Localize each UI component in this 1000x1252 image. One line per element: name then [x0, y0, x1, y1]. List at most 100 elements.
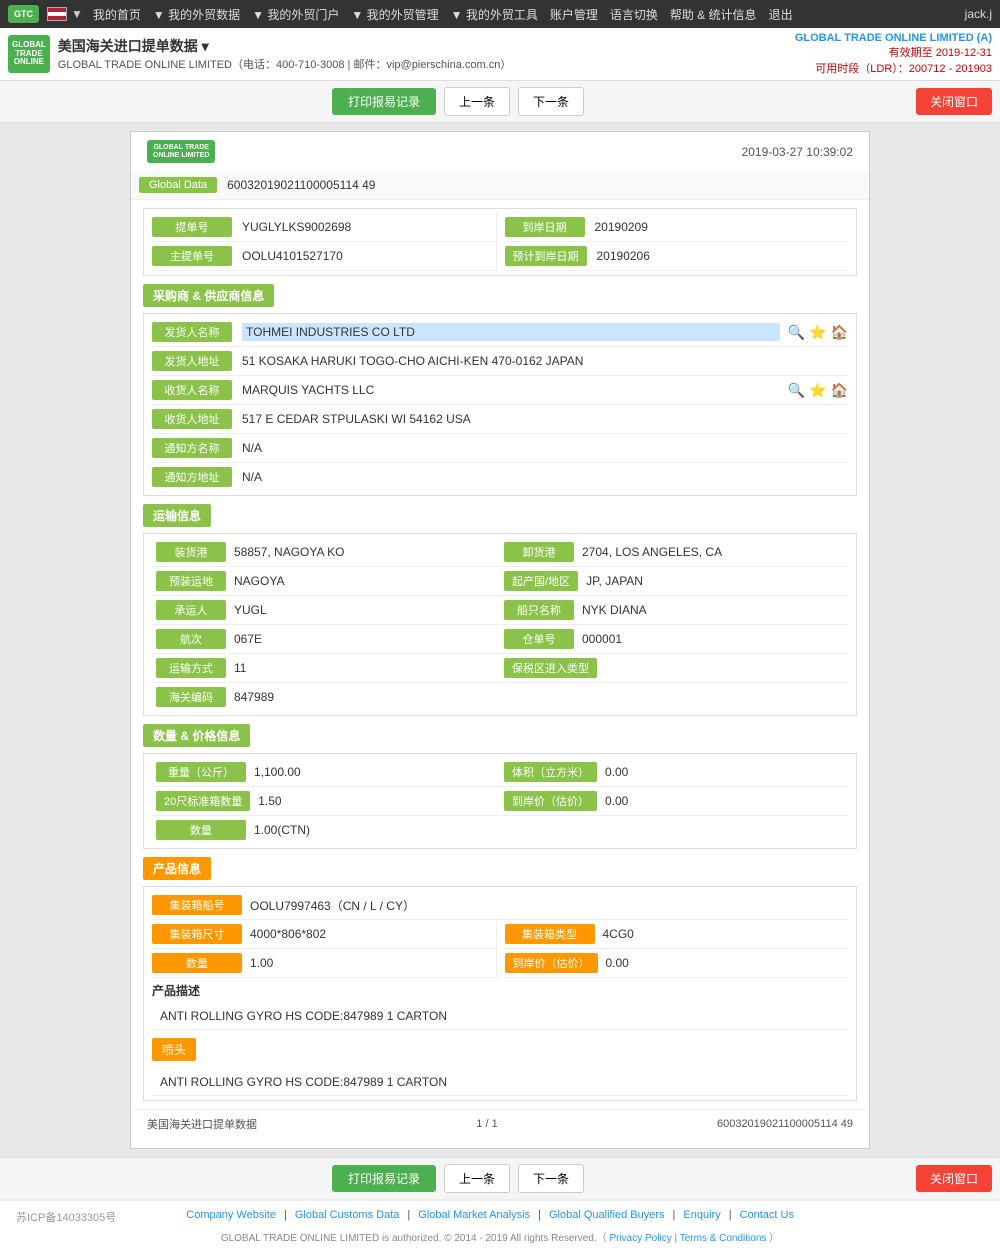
product-section: 产品信息 集装箱船号 OOLU7997463（CN / L / CY） 集装箱尺… [143, 857, 857, 1101]
supplier-section: 采购商 & 供应商信息 发货人名称 TOHMEI INDUSTRIES CO L… [143, 284, 857, 496]
bottom-print-button[interactable]: 打印报易记录 [332, 1165, 436, 1192]
transport-mode-label: 运输方式 [156, 658, 226, 678]
master-bill-cell: 主提单号 OOLU4101527170 [152, 242, 497, 271]
page-title: 美国海关进口提单数据 ▾ [58, 36, 512, 56]
est-arrival-cell: 预计到岸日期 20190206 [505, 242, 849, 271]
consignee-addr-label: 收货人地址 [152, 409, 232, 429]
product-price-cell: 到岸价（估价） 0.00 [505, 949, 849, 978]
bill-no-label: 提单号 [152, 217, 232, 237]
logo: GTC [8, 5, 39, 24]
shipper-addr-label: 发货人地址 [152, 351, 232, 371]
container-details-row: 集装箱尺寸 4000*806*802 集装箱类型 4CG0 [152, 920, 848, 949]
shipper-row: 发货人名称 TOHMEI INDUSTRIES CO LTD 🔍 ⭐ 🏠 [152, 318, 848, 347]
record-timestamp: 2019-03-27 10:39:02 [742, 145, 853, 159]
load-place-cell: 预装运地 NAGOYA [152, 567, 500, 596]
supplier-section-title: 采购商 & 供应商信息 [143, 284, 274, 307]
bill-section: 提单号 YUGLYLKS9002698 到岸日期 20190209 主提单号 O… [143, 208, 857, 276]
nav-trade-data[interactable]: ▼ 我的外贸数据 [147, 6, 246, 23]
footer-link-website[interactable]: Company Website [186, 1209, 276, 1221]
top-toolbar: 打印报易记录 上一条 下一条 关闭窗口 [0, 81, 1000, 123]
consignee-home-icon[interactable]: 🏠 [831, 382, 848, 399]
bottom-next-button[interactable]: 下一条 [518, 1164, 584, 1193]
shipper-addr-value: 51 KOSAKA HARUKI TOGO-CHO AICHI-KEN 470-… [242, 354, 848, 368]
volume-label: 体积（立方米） [504, 762, 597, 782]
voyage-cell: 航次 067E [152, 625, 500, 654]
consignee-row: 收货人名称 MARQUIS YACHTS LLC 🔍 ⭐ 🏠 [152, 376, 848, 405]
bonded-zone-cell: 保税区进入类型 [500, 654, 848, 683]
transport-section-title: 运输信息 [143, 504, 211, 527]
container-type-label: 集装箱类型 [505, 924, 595, 944]
qty-cell: 数量 1.00(CTN) [152, 816, 848, 844]
nav-help[interactable]: 帮助 & 统计信息 [664, 6, 763, 23]
bottom-toolbar: 打印报易记录 上一条 下一条 关闭窗口 [0, 1157, 1000, 1199]
weight-label: 重量（公斤） [156, 762, 246, 782]
nav-tools[interactable]: ▼ 我的外贸工具 [445, 6, 544, 23]
nav-home[interactable]: 我的首页 [87, 6, 147, 23]
nav-language[interactable]: 语言切换 [604, 6, 664, 23]
footer-link-enquiry[interactable]: Enquiry [683, 1209, 720, 1221]
shipper-label: 发货人名称 [152, 322, 232, 342]
next-button[interactable]: 下一条 [518, 87, 584, 116]
origin-country-value: JP, JAPAN [586, 574, 643, 588]
language-selector[interactable]: ▼ [47, 7, 83, 21]
container-no-value: OOLU7997463（CN / L / CY） [250, 897, 848, 914]
arrival-price-value: 0.00 [605, 794, 628, 808]
nav-logout[interactable]: 退出 [763, 6, 799, 23]
bill-no-cell: 提单号 YUGLYLKS9002698 [152, 213, 497, 242]
container-no-row: 集装箱船号 OOLU7997463（CN / L / CY） [152, 891, 848, 920]
est-arrival-value: 20190206 [597, 249, 849, 263]
close-button[interactable]: 关闭窗口 [916, 88, 992, 115]
prev-button[interactable]: 上一条 [444, 87, 510, 116]
product-price-value: 0.00 [606, 956, 849, 970]
contact-info: GLOBAL TRADE ONLINE LIMITED（电话：400-710-3… [58, 56, 512, 72]
volume-value: 0.00 [605, 765, 628, 779]
header-logo: GLOBALTRADEONLINE [8, 35, 50, 73]
footer-source: 美国海关进口提单数据 [147, 1116, 257, 1132]
carrier-value: YUGL [234, 603, 267, 617]
shipper-star-icon[interactable]: ⭐ [809, 324, 826, 341]
nav-management[interactable]: ▼ 我的外贸管理 [345, 6, 444, 23]
container-size-label: 集装箱尺寸 [152, 924, 242, 944]
footer-link-buyers[interactable]: Global Qualified Buyers [549, 1209, 665, 1221]
vessel-label: 船只名称 [504, 600, 574, 620]
load-port-value: 58857, NAGOYA KO [234, 545, 345, 559]
bill-row-2: 主提单号 OOLU4101527170 预计到岸日期 20190206 [152, 242, 848, 271]
transport-mode-cell: 运输方式 11 [152, 654, 500, 683]
vessel-value: NYK DIANA [582, 603, 647, 617]
footer-links: Company Website | Global Customs Data | … [186, 1209, 794, 1221]
consignee-search-icon[interactable]: 🔍 [788, 382, 805, 399]
load-place-label: 预装运地 [156, 571, 226, 591]
shipper-search-icon[interactable]: 🔍 [788, 324, 805, 341]
footer-link-contact[interactable]: Contact Us [740, 1209, 794, 1221]
flag-icon [47, 7, 67, 21]
containers20-label: 20尺标准箱数量 [156, 791, 250, 811]
shipper-home-icon[interactable]: 🏠 [831, 324, 848, 341]
terms-link[interactable]: Terms & Conditions [680, 1233, 767, 1244]
weight-cell: 重量（公斤） 1,100.00 [152, 758, 500, 787]
bottom-close-button[interactable]: 关闭窗口 [916, 1165, 992, 1192]
nav-account[interactable]: 账户管理 [544, 6, 604, 23]
footer-link-market[interactable]: Global Market Analysis [418, 1209, 530, 1221]
bottom-prev-button[interactable]: 上一条 [444, 1164, 510, 1193]
containers20-value: 1.50 [258, 794, 281, 808]
volume-cell: 体积（立方米） 0.00 [500, 758, 848, 787]
product-desc-title: 产品描述 [152, 978, 848, 1003]
heading-label[interactable]: 喷头 [152, 1038, 196, 1061]
header-info: GLOBALTRADEONLINE 美国海关进口提单数据 ▾ GLOBAL TR… [0, 28, 1000, 81]
master-bill-value: OOLU4101527170 [242, 249, 496, 263]
record-card: GLOBAL TRADEONLINE LIMITED 2019-03-27 10… [130, 131, 870, 1149]
nav-portal[interactable]: ▼ 我的外贸门户 [246, 6, 345, 23]
card-footer: 美国海关进口提单数据 1 / 1 60032019021100005114 49 [131, 1109, 869, 1138]
est-arrival-label: 预计到岸日期 [505, 246, 587, 266]
print-button[interactable]: 打印报易记录 [332, 88, 436, 115]
quantity-section-title: 数量 & 价格信息 [143, 724, 250, 747]
product-description: ANTI ROLLING GYRO HS CODE:847989 1 CARTO… [152, 1003, 848, 1030]
privacy-policy-link[interactable]: Privacy Policy [609, 1233, 671, 1244]
consignee-star-icon[interactable]: ⭐ [809, 382, 826, 399]
voyage-value: 067E [234, 632, 262, 646]
footer-link-customs[interactable]: Global Customs Data [295, 1209, 400, 1221]
shipper-value: TOHMEI INDUSTRIES CO LTD [242, 323, 780, 341]
transport-section: 运输信息 装货港 58857, NAGOYA KO 卸货港 2704, LOS … [143, 504, 857, 716]
top-navigation: GTC ▼ 我的首页 ▼ 我的外贸数据 ▼ 我的外贸门户 ▼ 我的外贸管理 ▼ … [0, 0, 1000, 28]
bill-no-value: YUGLYLKS9002698 [242, 220, 496, 234]
